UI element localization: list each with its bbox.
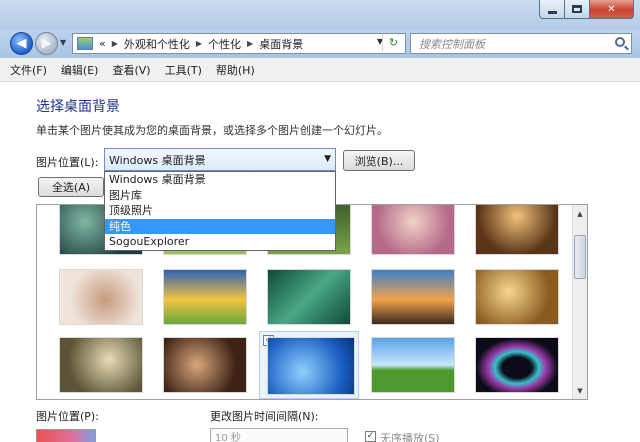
search-placeholder: 搜索控制面板 [419,37,485,51]
dropdown-option-sogouexplorer[interactable]: SogouExplorer [105,234,335,250]
shuffle-label: 无序播放(S) [380,432,440,442]
wallpaper-thumbnail[interactable] [267,269,351,325]
wallpaper-thumbnail[interactable] [371,337,455,393]
back-button[interactable]: ◀ [10,32,33,55]
breadcrumb-separator-icon: ▶ [195,39,203,48]
search-box[interactable]: 搜索控制面板 [410,33,632,54]
wallpaper-thumbnail[interactable] [475,337,559,393]
picture-position-select[interactable] [36,429,96,442]
menu-tools[interactable]: 工具(T) [165,62,202,78]
shuffle-checkbox[interactable]: ✓ [365,431,376,442]
maximize-icon [572,5,582,13]
wallpaper-thumbnail[interactable] [475,205,559,255]
breadcrumb-overflow[interactable]: « [99,37,106,50]
breadcrumb-separator-icon: ▶ [111,39,118,48]
wallpaper-thumbnail-selected[interactable] [267,337,355,395]
menu-view[interactable]: 查看(V) [112,62,150,78]
refresh-button[interactable]: ↻ [382,34,404,51]
navigation-bar: ◀ ▶ ▼ « ▶ 外观和个性化 ▶ 个性化 ▶ 桌面背景 ▼ ↻ 搜索控制面板 [0,30,640,58]
forward-arrow-icon: ▶ [41,36,52,51]
recent-pages-dropdown[interactable]: ▼ [60,38,66,47]
dropdown-option-top-rated-photos[interactable]: 顶级照片 [105,203,335,219]
breadcrumb-desktop-background[interactable]: 桌面背景 [259,36,303,52]
interval-label: 更改图片时间间隔(N): [210,410,319,423]
picture-location-label: 图片位置(L): [36,156,99,169]
browse-button[interactable]: 浏览(B)... [343,150,415,171]
menu-bar: 文件(F) 编辑(E) 查看(V) 工具(T) 帮助(H) [0,58,640,82]
wallpaper-thumbnail[interactable] [371,205,455,255]
address-bar[interactable]: « ▶ 外观和个性化 ▶ 个性化 ▶ 桌面背景 ▼ [72,33,406,54]
search-icon[interactable] [615,37,625,47]
picture-location-select[interactable]: Windows 桌面背景 ▼ [104,148,336,171]
breadcrumb-appearance[interactable]: 外观和个性化 [124,36,190,52]
minimize-button[interactable] [539,0,565,19]
title-bar: ✕ [0,0,640,30]
menu-edit[interactable]: 编辑(E) [61,62,99,78]
back-arrow-icon: ◀ [16,36,27,51]
dropdown-option-windows-backgrounds[interactable]: Windows 桌面背景 [105,172,335,188]
wallpaper-thumbnail[interactable] [163,337,247,393]
breadcrumb-personalization[interactable]: 个性化 [208,36,241,52]
scroll-up-icon[interactable]: ▲ [573,206,587,221]
picture-location-value: Windows 桌面背景 [109,153,206,167]
page-title: 选择桌面背景 [36,99,120,115]
wallpaper-thumbnail[interactable] [59,269,143,325]
window-controls: ✕ [539,0,634,19]
picture-location-dropdown-list: Windows 桌面背景 图片库 顶级照片 纯色 SogouExplorer [104,171,336,251]
dropdown-option-pictures-library[interactable]: 图片库 [105,188,335,204]
wallpaper-thumbnail[interactable] [163,269,247,325]
refresh-icon: ↻ [388,36,399,49]
page-description: 单击某个图片使其成为您的桌面背景，或选择多个图片创建一个幻灯片。 [36,124,388,137]
interval-select[interactable]: 10 秒 [210,428,348,442]
chevron-down-icon: ▼ [324,154,331,164]
control-panel-icon [77,37,93,50]
gallery-scrollbar[interactable]: ▲ ▼ [572,205,587,399]
maximize-button[interactable] [565,0,590,19]
menu-help[interactable]: 帮助(H) [216,62,255,78]
dropdown-option-solid-colors[interactable]: 纯色 [105,218,335,234]
scrollbar-thumb[interactable] [574,235,586,279]
minimize-icon [547,10,557,14]
select-all-button[interactable]: 全选(A) [38,177,104,197]
scroll-down-icon[interactable]: ▼ [573,383,587,398]
menu-file[interactable]: 文件(F) [10,62,47,78]
wallpaper-thumbnail[interactable] [59,337,143,393]
breadcrumb-separator-icon: ▶ [247,39,254,48]
forward-button[interactable]: ▶ [35,32,58,55]
picture-position-label: 图片位置(P): [36,410,99,423]
wallpaper-thumbnail[interactable] [371,269,455,325]
close-button[interactable]: ✕ [590,0,634,19]
content-area: 选择桌面背景 单击某个图片使其成为您的桌面背景，或选择多个图片创建一个幻灯片。 … [0,82,640,442]
wallpaper-thumbnail[interactable] [475,269,559,325]
